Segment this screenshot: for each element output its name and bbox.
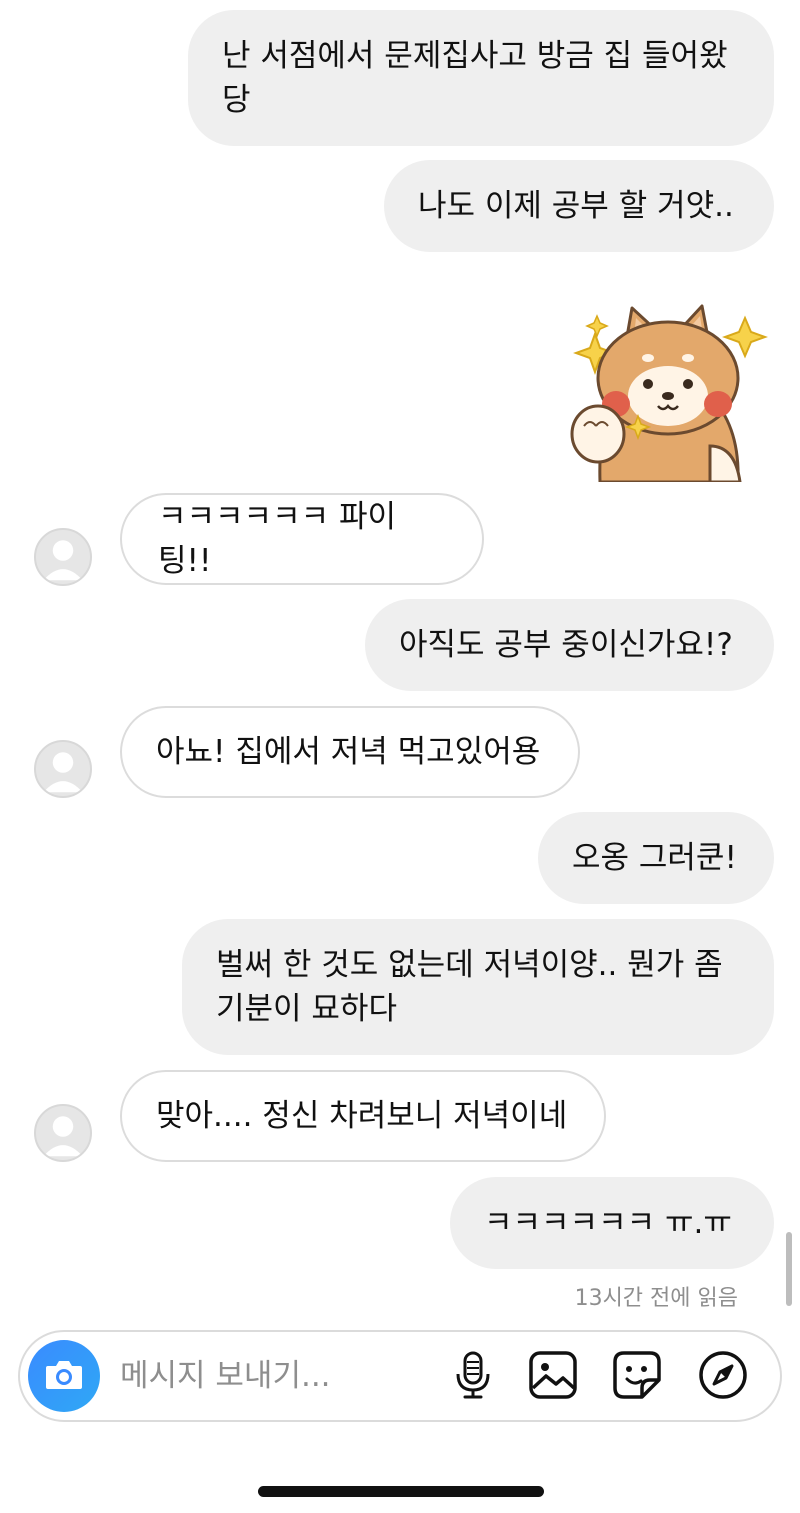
message-text: 아뇨! 집에서 저녁 먹고있어용 <box>156 734 541 770</box>
camera-icon <box>44 1357 84 1395</box>
sticker-button[interactable] <box>612 1350 662 1404</box>
message-bubble-sent[interactable]: ㅋㅋㅋㅋㅋㅋ ㅠ.ㅠ <box>450 1177 774 1269</box>
message-text: 나도 이제 공부 할 거얏.. <box>418 188 734 224</box>
home-indicator <box>258 1486 544 1497</box>
message-text: 벌써 한 것도 없는데 저녁이양.. 뭔가 좀 기분이 묘하다 <box>216 947 723 1027</box>
sticker-icon <box>612 1350 662 1404</box>
microphone-button[interactable] <box>448 1350 498 1404</box>
avatar[interactable] <box>34 740 92 798</box>
message-bubble-sent[interactable]: 나도 이제 공부 할 거얏.. <box>384 160 774 252</box>
message-text: 아직도 공부 중이신가요!? <box>399 627 733 663</box>
message-input[interactable] <box>120 1350 420 1402</box>
message-bubble-sent[interactable]: 난 서점에서 문제집사고 방금 집 들어왔당 <box>188 10 774 146</box>
message-bubble-sent[interactable]: 아직도 공부 중이신가요!? <box>365 599 774 691</box>
message-bubble-received[interactable]: ㅋㅋㅋㅋㅋㅋ 파이팅!! <box>120 493 484 585</box>
message-text: ㅋㅋㅋㅋㅋㅋ ㅠ.ㅠ <box>484 1205 732 1241</box>
explore-button[interactable] <box>698 1350 748 1404</box>
scrollbar[interactable] <box>786 1232 792 1306</box>
read-receipt: 13시간 전에 읽음 <box>574 1286 738 1311</box>
avatar[interactable] <box>34 528 92 586</box>
message-bubble-received[interactable]: 아뇨! 집에서 저녁 먹고있어용 <box>120 706 580 798</box>
message-bubble-sent[interactable]: 벌써 한 것도 없는데 저녁이양.. 뭔가 좀 기분이 묘하다 <box>182 919 774 1055</box>
compass-icon <box>698 1350 748 1404</box>
message-bubble-sent[interactable]: 오옹 그러쿤! <box>538 812 774 904</box>
gallery-button[interactable] <box>528 1350 578 1404</box>
message-bubble-received[interactable]: 맞아.... 정신 차려보니 저녁이네 <box>120 1070 606 1162</box>
avatar[interactable] <box>34 1104 92 1162</box>
message-text: 오옹 그러쿤! <box>572 840 737 876</box>
message-text: 난 서점에서 문제집사고 방금 집 들어왔당 <box>222 38 728 118</box>
shiba-dog-sticker[interactable] <box>560 296 770 484</box>
gallery-icon <box>528 1350 578 1404</box>
message-composer <box>18 1330 782 1422</box>
microphone-icon <box>453 1350 493 1404</box>
camera-button[interactable] <box>28 1340 100 1412</box>
message-text: 맞아.... 정신 차려보니 저녁이네 <box>156 1098 568 1134</box>
message-text: ㅋㅋㅋㅋㅋㅋ 파이팅!! <box>158 499 397 579</box>
